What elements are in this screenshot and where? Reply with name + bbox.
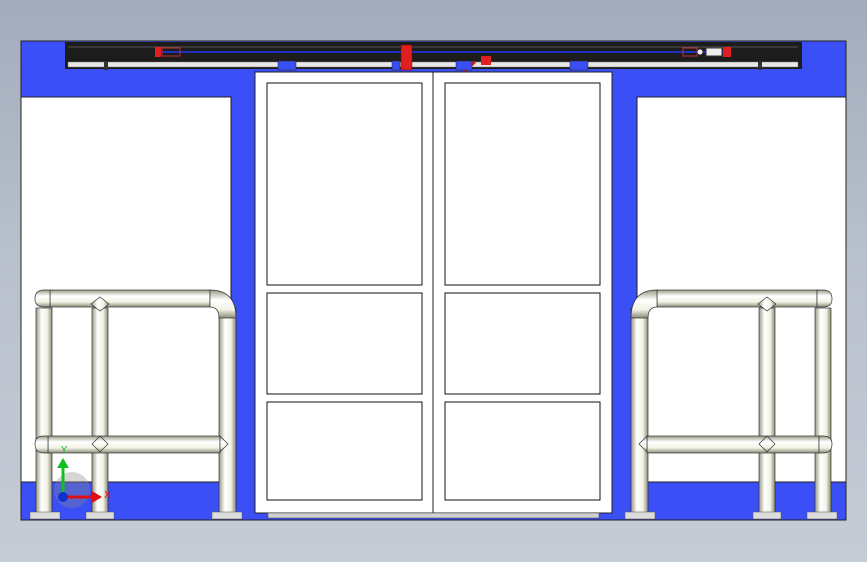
model-drawing[interactable]: Y X [0, 0, 867, 562]
left-side-panel [20, 96, 232, 483]
triad-x-label: X [104, 490, 111, 501]
right-lock-marker [481, 56, 491, 65]
triad-y-label: Y [60, 445, 68, 456]
door-header-track [65, 42, 802, 73]
center-lock-marker [400, 44, 413, 71]
cad-viewport[interactable]: Y X [0, 0, 867, 562]
